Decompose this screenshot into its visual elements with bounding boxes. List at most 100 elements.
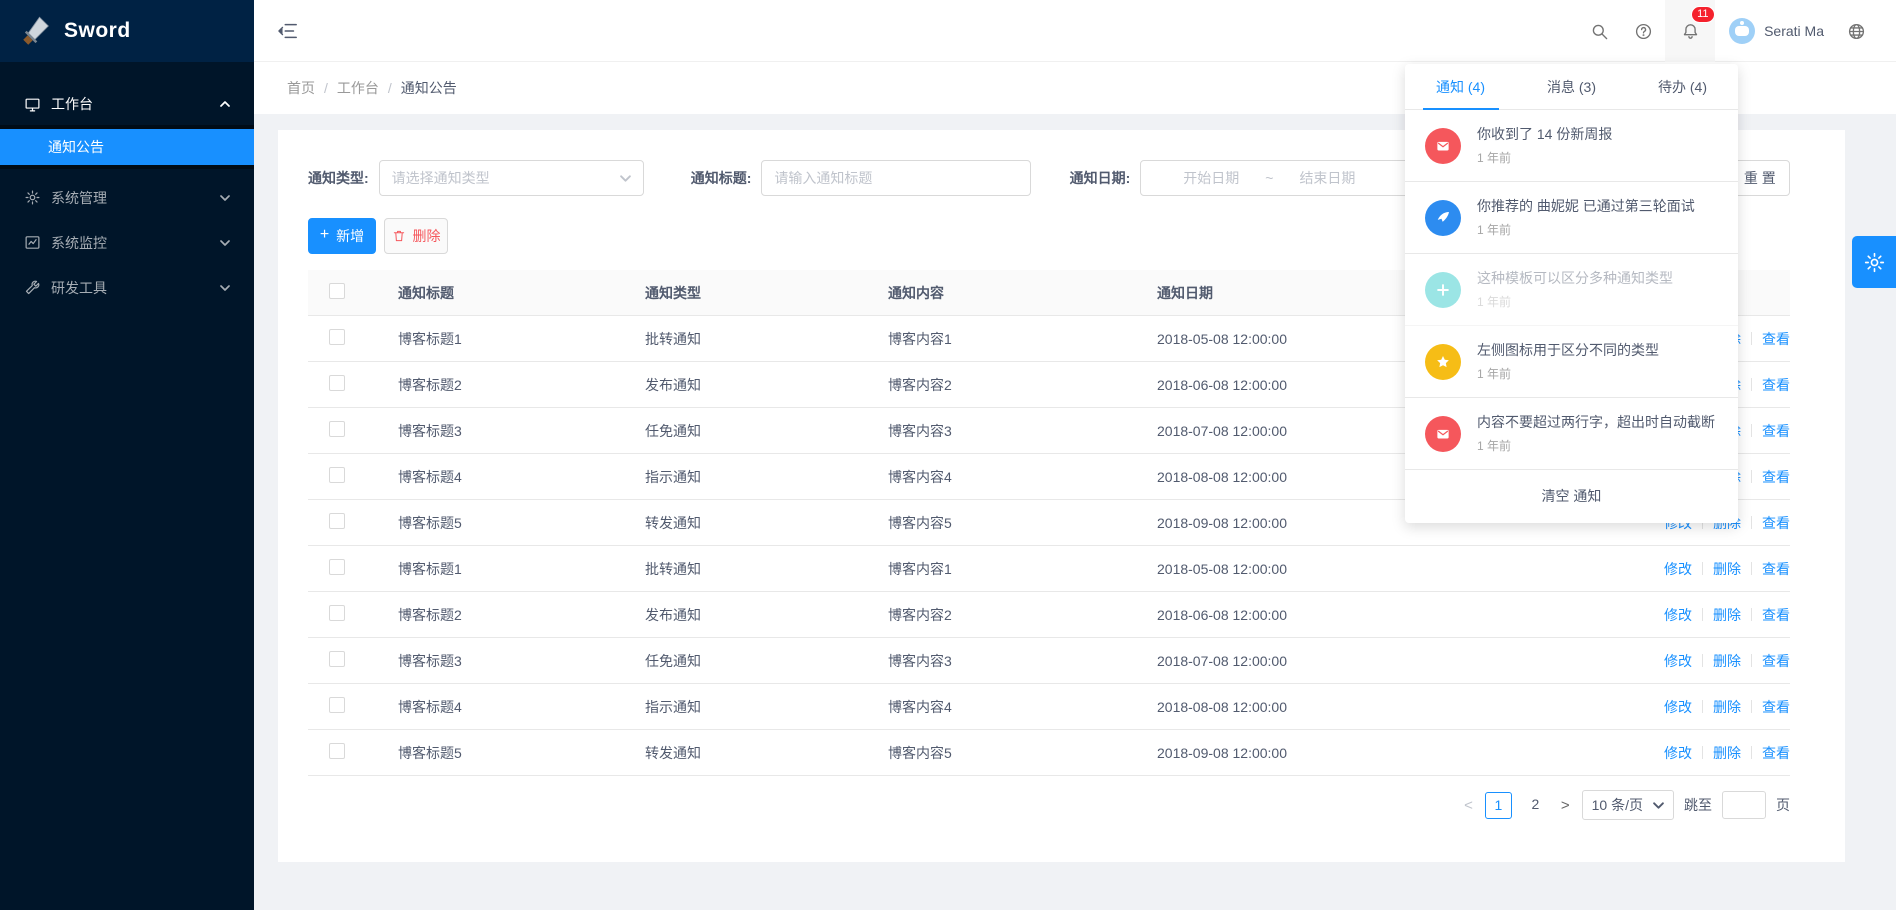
row-checkbox[interactable] (329, 467, 345, 483)
chevron-down-icon (620, 175, 631, 182)
jump-suffix: 页 (1776, 795, 1790, 815)
tab-messages[interactable]: 消息 (3) (1516, 64, 1627, 109)
language-button[interactable] (1834, 0, 1878, 62)
reset-button[interactable]: 重 置 (1730, 160, 1790, 196)
jump-page-input[interactable] (1722, 791, 1766, 819)
edit-link[interactable]: 修改 (1664, 559, 1692, 579)
start-date-placeholder: 开始日期 (1183, 168, 1239, 188)
sidebar-item-system-mgmt[interactable]: 系统管理 (0, 175, 254, 220)
tab-notifications[interactable]: 通知 (4) (1405, 64, 1516, 109)
notification-item[interactable]: 你收到了 14 份新周报 1 年前 (1405, 110, 1738, 182)
help-button[interactable] (1621, 0, 1665, 62)
breadcrumb-workbench[interactable]: 工作台 (337, 78, 379, 98)
edit-link[interactable]: 修改 (1664, 697, 1692, 717)
wrench-icon (24, 279, 41, 296)
select-all-checkbox[interactable] (329, 283, 345, 299)
delete-link[interactable]: 删除 (1713, 559, 1741, 579)
view-link[interactable]: 查看 (1762, 329, 1790, 349)
sidebar-item-system-monitor[interactable]: 系统监控 (0, 220, 254, 265)
row-checkbox[interactable] (329, 697, 345, 713)
breadcrumb-current: 通知公告 (401, 78, 457, 98)
view-link[interactable]: 查看 (1762, 697, 1790, 717)
page-2-button[interactable]: 2 (1522, 792, 1549, 819)
chevron-down-icon (220, 195, 230, 201)
breadcrumb-home[interactable]: 首页 (287, 78, 315, 98)
plus-icon (1425, 272, 1461, 308)
gear-icon (24, 189, 41, 206)
view-link[interactable]: 查看 (1762, 513, 1790, 533)
notification-item[interactable]: 内容不要超过两行字，超出时自动截断 1 年前 (1405, 398, 1738, 470)
pagination: < 1 2 > 10 条/页 跳至 页 (308, 790, 1790, 820)
table-row: 博客标题5 转发通知 博客内容5 2018-09-08 12:00:00 修改删… (308, 730, 1790, 776)
jump-label: 跳至 (1684, 795, 1712, 815)
menu-fold-icon[interactable] (278, 21, 298, 41)
chevron-down-icon (220, 240, 230, 246)
row-checkbox[interactable] (329, 651, 345, 667)
add-button[interactable]: + 新增 (308, 218, 376, 254)
table-row: 博客标题1 批转通知 博客内容1 2018-05-08 12:00:00 修改删… (308, 546, 1790, 592)
tab-todos[interactable]: 待办 (4) (1627, 64, 1738, 109)
next-page-button[interactable]: > (1559, 797, 1572, 814)
delete-link[interactable]: 删除 (1713, 697, 1741, 717)
notification-item[interactable]: 这种模板可以区分多种通知类型 1 年前 (1405, 254, 1738, 326)
sword-logo-icon (22, 16, 52, 46)
view-link[interactable]: 查看 (1762, 375, 1790, 395)
table-row: 博客标题3 任免通知 博客内容3 2018-07-08 12:00:00 修改删… (308, 638, 1790, 684)
sidebar-item-notice[interactable]: 通知公告 (0, 129, 254, 165)
edit-link[interactable]: 修改 (1664, 651, 1692, 671)
delete-button[interactable]: 删除 (384, 218, 448, 254)
sidebar-item-dev-tools[interactable]: 研发工具 (0, 265, 254, 310)
notification-item[interactable]: 你推荐的 曲妮妮 已通过第三轮面试 1 年前 (1405, 182, 1738, 254)
view-link[interactable]: 查看 (1762, 421, 1790, 441)
col-content: 通知内容 (888, 283, 1157, 303)
table-row: 博客标题4 指示通知 博客内容4 2018-08-08 12:00:00 修改删… (308, 684, 1790, 730)
logo: Sword (0, 0, 254, 62)
view-link[interactable]: 查看 (1762, 467, 1790, 487)
notice-title-input[interactable] (761, 160, 1030, 196)
view-link[interactable]: 查看 (1762, 605, 1790, 625)
delete-link[interactable]: 删除 (1713, 743, 1741, 763)
search-button[interactable] (1577, 0, 1621, 62)
view-link[interactable]: 查看 (1762, 559, 1790, 579)
view-link[interactable]: 查看 (1762, 651, 1790, 671)
chevron-down-icon (1653, 802, 1664, 809)
edit-link[interactable]: 修改 (1664, 743, 1692, 763)
chevron-down-icon (220, 285, 230, 291)
delete-link[interactable]: 删除 (1713, 605, 1741, 625)
page-size-select[interactable]: 10 条/页 (1582, 790, 1674, 820)
theme-settings-button[interactable] (1852, 236, 1896, 288)
row-checkbox[interactable] (329, 605, 345, 621)
chevron-up-icon (220, 101, 230, 107)
username: Serati Ma (1764, 23, 1824, 39)
sidebar-item-workbench[interactable]: 工作台 (0, 83, 254, 125)
prev-page-button[interactable]: < (1462, 797, 1475, 814)
date-separator: ~ (1265, 170, 1273, 186)
search-icon (1590, 22, 1609, 41)
user-menu[interactable]: Serati Ma (1715, 18, 1834, 44)
col-title: 通知标题 (398, 283, 645, 303)
row-checkbox[interactable] (329, 421, 345, 437)
notice-date-label: 通知日期: (1070, 168, 1131, 188)
notifications-button[interactable]: 11 (1665, 0, 1715, 62)
delete-link[interactable]: 删除 (1713, 651, 1741, 671)
notice-type-label: 通知类型: (308, 168, 369, 188)
notice-title-label: 通知标题: (691, 168, 752, 188)
page-1-button[interactable]: 1 (1485, 792, 1512, 819)
bell-icon (1681, 22, 1700, 41)
clear-notifications-button[interactable]: 清空 通知 (1405, 470, 1738, 522)
notification-item[interactable]: 左侧图标用于区分不同的类型 1 年前 (1405, 326, 1738, 398)
plus-icon: + (320, 227, 329, 243)
mail-icon (1425, 416, 1461, 452)
star-icon (1425, 344, 1461, 380)
row-checkbox[interactable] (329, 329, 345, 345)
row-checkbox[interactable] (329, 559, 345, 575)
notification-panel: 通知 (4) 消息 (3) 待办 (4) 你收到了 14 份新周报 1 年前 你… (1405, 64, 1738, 523)
notice-type-select[interactable]: 请选择通知类型 (379, 160, 644, 196)
view-link[interactable]: 查看 (1762, 743, 1790, 763)
row-checkbox[interactable] (329, 513, 345, 529)
row-checkbox[interactable] (329, 743, 345, 759)
chart-icon (24, 234, 41, 251)
app-title: Sword (64, 19, 131, 43)
edit-link[interactable]: 修改 (1664, 605, 1692, 625)
row-checkbox[interactable] (329, 375, 345, 391)
